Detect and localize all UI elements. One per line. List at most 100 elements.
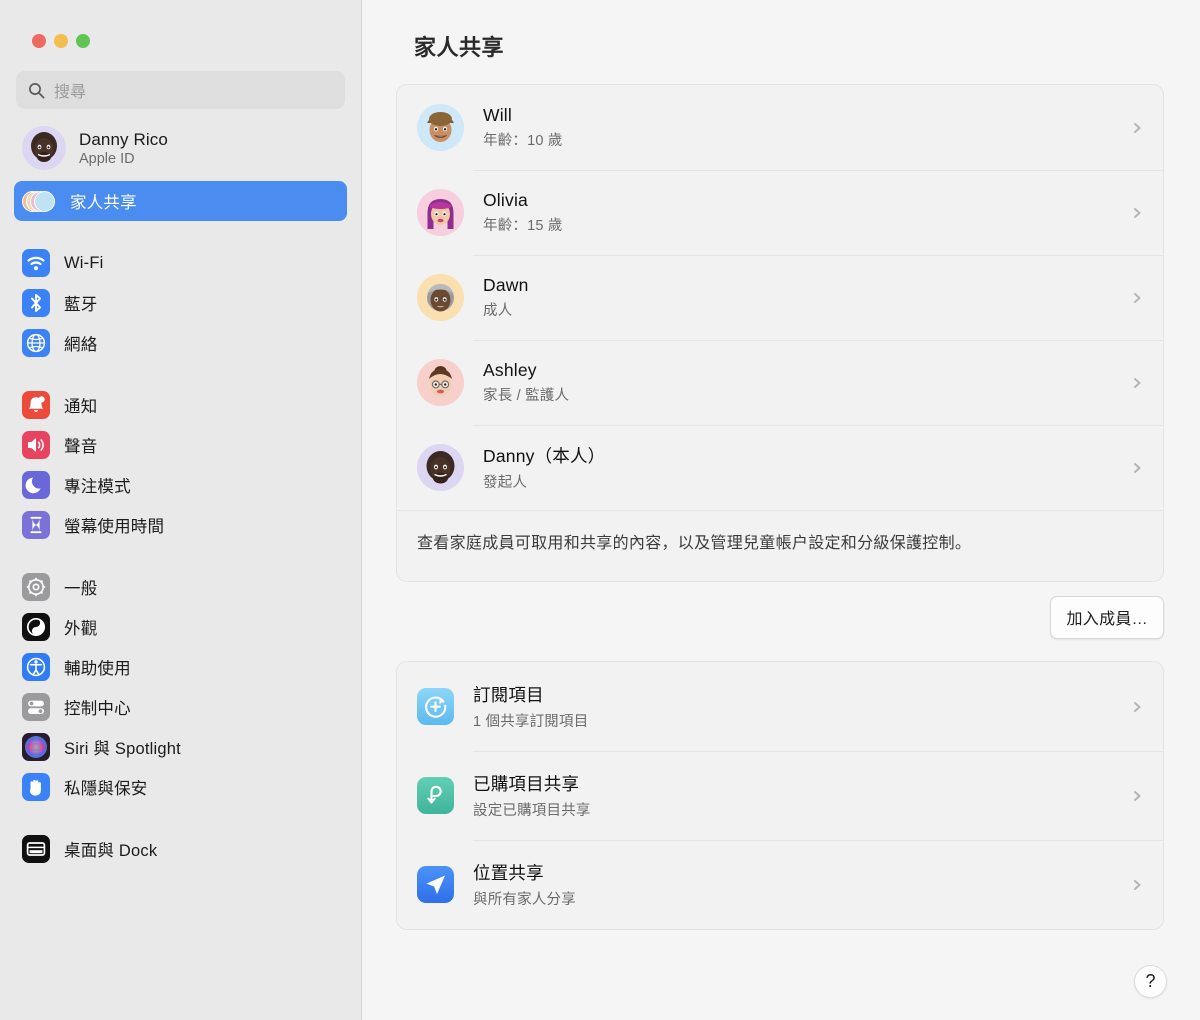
sidebar-item-sound[interactable]: 聲音 xyxy=(14,425,347,465)
family-members-card: Will 年齡：10 歲 xyxy=(396,84,1164,582)
chevron-right-icon xyxy=(1131,462,1143,474)
member-row-dawn[interactable]: Dawn 成人 xyxy=(397,255,1163,340)
sidebar-item-siri-spotlight[interactable]: Siri 與 Spotlight xyxy=(14,727,347,767)
member-text: Will 年齡：10 歲 xyxy=(483,105,1131,150)
member-text: Olivia 年齡：15 歲 xyxy=(483,190,1131,235)
bell-icon xyxy=(22,391,50,419)
sidebar-item-label: 通知 xyxy=(64,393,97,417)
account-text: Danny Rico Apple ID xyxy=(79,130,168,167)
add-member-button[interactable]: 加入成員… xyxy=(1050,596,1164,639)
member-name: Ashley xyxy=(483,360,1131,381)
sidebar-item-wifi[interactable]: Wi-Fi xyxy=(14,243,347,283)
sidebar-item-focus[interactable]: 專注模式 xyxy=(14,465,347,505)
sidebar-item-notifications[interactable]: 通知 xyxy=(14,385,347,425)
avatar xyxy=(417,104,464,151)
service-detail: 設定已購項目共享 xyxy=(473,799,1131,820)
nav-divider xyxy=(14,363,347,385)
globe-icon xyxy=(22,329,50,357)
sidebar-item-general[interactable]: 一般 xyxy=(14,567,347,607)
zoom-button[interactable] xyxy=(76,34,90,48)
member-row-olivia[interactable]: Olivia 年齡：15 歲 xyxy=(397,170,1163,255)
sidebar-item-screen-time[interactable]: 螢幕使用時間 xyxy=(14,505,347,545)
add-member-row: 加入成員… xyxy=(362,582,1200,639)
avatar xyxy=(417,189,464,236)
accessibility-icon xyxy=(22,653,50,681)
sidebar-item-label: 桌面與 Dock xyxy=(64,837,157,861)
member-text: Dawn 成人 xyxy=(483,275,1131,320)
sidebar-item-desktop-dock[interactable]: 桌面與 Dock xyxy=(14,829,347,869)
member-text: Danny（本人） 發起人 xyxy=(483,443,1131,492)
page-title: 家人共享 xyxy=(362,0,1200,62)
nav-divider xyxy=(14,545,347,567)
help-button[interactable]: ? xyxy=(1134,965,1167,998)
sidebar-item-label: 外觀 xyxy=(64,615,97,639)
chevron-right-icon xyxy=(1131,122,1143,134)
family-services-card: 訂閱項目 1 個共享訂閱項目 已購項目共享 設定已購項目共享 xyxy=(396,661,1164,930)
sidebar-item-appearance[interactable]: 外觀 xyxy=(14,607,347,647)
sidebar: 搜尋 Danny Rico Apple ID xyxy=(0,0,362,1020)
purchase-share-icon xyxy=(417,777,454,814)
sidebar-item-label: 藍牙 xyxy=(64,291,97,315)
member-detail: 發起人 xyxy=(483,471,1131,492)
sidebar-item-label: Siri 與 Spotlight xyxy=(64,735,181,759)
search-container: 搜尋 xyxy=(0,48,361,109)
search-input[interactable]: 搜尋 xyxy=(16,71,345,109)
member-row-will[interactable]: Will 年齡：10 歲 xyxy=(397,85,1163,170)
service-row-subscriptions[interactable]: 訂閱項目 1 個共享訂閱項目 xyxy=(397,662,1163,751)
sidebar-item-bluetooth[interactable]: 藍牙 xyxy=(14,283,347,323)
service-detail: 1 個共享訂閱項目 xyxy=(473,710,1131,731)
sidebar-item-accessibility[interactable]: 輔助使用 xyxy=(14,647,347,687)
sidebar-item-label: Wi-Fi xyxy=(64,254,103,273)
sidebar-item-label: 螢幕使用時間 xyxy=(64,513,164,537)
service-row-location-sharing[interactable]: 位置共享 與所有家人分享 xyxy=(397,840,1163,929)
member-name: Danny（本人） xyxy=(483,443,1131,468)
service-text: 位置共享 與所有家人分享 xyxy=(473,860,1131,909)
member-detail: 成人 xyxy=(483,299,1131,320)
sidebar-nav: 家人共享 Wi-Fi 藍牙 xyxy=(0,171,361,869)
location-icon xyxy=(417,866,454,903)
sidebar-item-privacy-security[interactable]: 私隱與保安 xyxy=(14,767,347,807)
member-name: Olivia xyxy=(483,190,1131,211)
appearance-icon xyxy=(22,613,50,641)
service-title: 訂閱項目 xyxy=(473,682,1131,707)
system-settings-window: 搜尋 Danny Rico Apple ID xyxy=(0,0,1200,1020)
hourglass-icon xyxy=(22,511,50,539)
subscriptions-icon xyxy=(417,688,454,725)
service-title: 位置共享 xyxy=(473,860,1131,885)
member-detail: 年齡：15 歲 xyxy=(483,214,1131,235)
member-text: Ashley 家長 / 監護人 xyxy=(483,360,1131,405)
account-subtitle: Apple ID xyxy=(79,151,168,167)
member-row-ashley[interactable]: Ashley 家長 / 監護人 xyxy=(397,340,1163,425)
control-center-icon xyxy=(22,693,50,721)
family-stack-icon xyxy=(22,187,56,215)
window-traffic-lights xyxy=(0,0,361,48)
member-name: Dawn xyxy=(483,275,1131,296)
chevron-right-icon xyxy=(1131,790,1143,802)
speaker-icon xyxy=(22,431,50,459)
sidebar-item-family-sharing[interactable]: 家人共享 xyxy=(14,181,347,221)
sidebar-item-label: 聲音 xyxy=(64,433,97,457)
avatar xyxy=(417,359,464,406)
service-text: 訂閱項目 1 個共享訂閱項目 xyxy=(473,682,1131,731)
sidebar-item-network[interactable]: 網絡 xyxy=(14,323,347,363)
close-button[interactable] xyxy=(32,34,46,48)
sidebar-item-label: 私隱與保安 xyxy=(64,775,148,799)
sidebar-item-label: 一般 xyxy=(64,575,97,599)
service-row-purchase-sharing[interactable]: 已購項目共享 設定已購項目共享 xyxy=(397,751,1163,840)
avatar xyxy=(417,274,464,321)
avatar xyxy=(22,126,66,170)
member-row-danny[interactable]: Danny（本人） 發起人 xyxy=(397,425,1163,510)
desktop-dock-icon xyxy=(22,835,50,863)
service-text: 已購項目共享 設定已購項目共享 xyxy=(473,771,1131,820)
privacy-hand-icon xyxy=(22,773,50,801)
sidebar-item-label: 家人共享 xyxy=(70,189,137,213)
service-title: 已購項目共享 xyxy=(473,771,1131,796)
chevron-right-icon xyxy=(1131,377,1143,389)
apple-id-account-row[interactable]: Danny Rico Apple ID xyxy=(0,109,361,171)
main-content: 家人共享 xyxy=(362,0,1200,1020)
moon-icon xyxy=(22,471,50,499)
sidebar-item-control-center[interactable]: 控制中心 xyxy=(14,687,347,727)
sidebar-item-label: 控制中心 xyxy=(64,695,131,719)
minimize-button[interactable] xyxy=(54,34,68,48)
chevron-right-icon xyxy=(1131,701,1143,713)
